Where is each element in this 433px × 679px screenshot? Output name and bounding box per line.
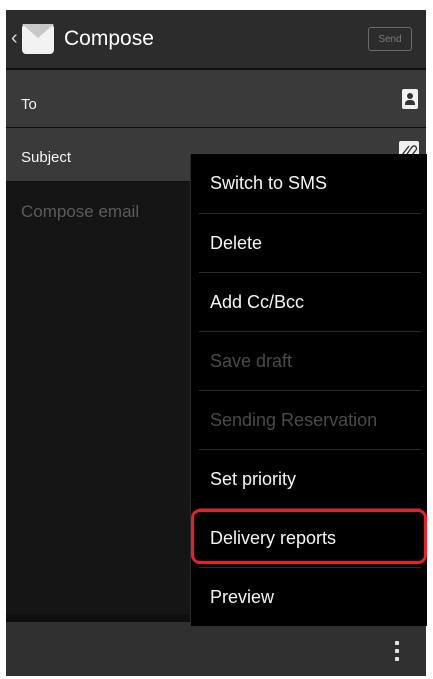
menu-item-label: Switch to SMS	[210, 173, 328, 193]
send-button[interactable]: Send	[368, 27, 412, 51]
menu-item-preview[interactable]: Preview	[191, 568, 421, 626]
menu-item-delete[interactable]: Delete	[191, 214, 421, 272]
highlight-box	[191, 509, 427, 564]
email-icon	[22, 24, 54, 54]
subject-label: Subject	[21, 149, 72, 166]
menu-item-label: Save draft	[210, 351, 293, 371]
chevron-left-icon[interactable]: ‹	[11, 28, 18, 48]
contact-icon[interactable]	[402, 89, 418, 109]
menu-item-add-cc-bcc[interactable]: Add Cc/Bcc	[191, 273, 421, 331]
app-bar: ‹ Compose Send	[6, 10, 426, 68]
to-field[interactable]: To	[6, 70, 426, 127]
menu-item-label: Sending Reservation	[210, 410, 378, 430]
menu-item-sending-reservation: Sending Reservation	[191, 391, 421, 449]
to-label: To	[21, 96, 37, 113]
menu-item-label: Add Cc/Bcc	[210, 292, 305, 312]
overflow-menu-icon[interactable]	[393, 641, 401, 665]
options-menu: Switch to SMS Delete Add Cc/Bcc Save dra…	[190, 154, 427, 626]
page-title: Compose	[64, 27, 154, 50]
menu-item-set-priority[interactable]: Set priority	[191, 450, 421, 508]
menu-item-save-draft: Save draft	[191, 332, 421, 390]
menu-item-label: Delete	[210, 233, 263, 253]
bottom-bar	[6, 622, 426, 676]
menu-item-label: Set priority	[210, 469, 297, 489]
menu-item-switch-to-sms[interactable]: Switch to SMS	[191, 154, 421, 212]
menu-item-label: Preview	[210, 587, 275, 607]
compose-body-placeholder: Compose email	[21, 202, 140, 221]
